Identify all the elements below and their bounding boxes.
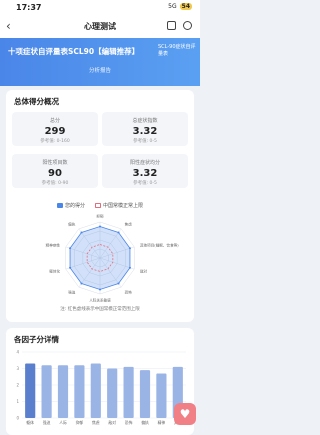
radar-axis-label: 抑郁	[96, 214, 104, 219]
stat-label: 总症状指数	[132, 118, 158, 124]
stat-label: 阳性症状均分	[129, 160, 160, 166]
radar-axis-label: 躯体化	[49, 268, 60, 273]
factor-bar	[123, 366, 134, 418]
status-bar: 17:37 5G 54	[0, 0, 200, 16]
factor-bar	[156, 373, 167, 418]
radar-chart: 抑郁焦虑其他项目(睡眠、饮食等) 敌对恐怖人际关系敏感 强迫 躯体化 精神病性 偏执	[46, 214, 180, 303]
factor-bar	[41, 365, 52, 418]
radar-point	[128, 266, 131, 269]
radar-series-user	[69, 226, 131, 290]
radar-point	[117, 282, 120, 285]
radar-axis-label: 敌对	[140, 268, 148, 273]
radar-axis-label: 焦虑	[125, 222, 133, 227]
stat-label: 阳性项目数	[42, 160, 68, 166]
bar-x-label: 敌对	[108, 420, 116, 425]
radar-point	[80, 231, 83, 234]
factor-bar	[139, 370, 151, 418]
share-icon[interactable]	[167, 21, 176, 30]
report-subtitle: 分析报告	[88, 68, 111, 74]
radar-point	[128, 247, 131, 250]
stat-ref: 参考值: 0-90	[41, 181, 69, 186]
overview-heading: 总体得分概况	[14, 97, 59, 106]
stat-ref: 参考值: 0-5	[133, 139, 157, 144]
factor-bar	[25, 363, 36, 418]
bar-y-tick: 3	[16, 366, 19, 371]
nav-bar: ‹ 心理测试	[0, 16, 200, 38]
status-time: 17:37	[16, 3, 42, 12]
bar-y-tick: 4	[16, 350, 19, 355]
bar-x-label: 人际	[59, 420, 67, 425]
factors-card: 各因子分详情 43210躯体强迫人际抑郁焦虑敌对恐怖偏执精神其他	[6, 328, 194, 435]
bar-x-label: 偏执	[141, 420, 149, 425]
stat-total: 总分 299 参考值: 0-160	[12, 112, 98, 146]
radar-axis-label: 人际关系敏感	[89, 298, 111, 303]
stat-value: 299	[44, 126, 66, 137]
bar-y-tick: 0	[16, 416, 19, 421]
factor-bar	[74, 365, 85, 418]
radar-axis-label: 强迫	[68, 289, 76, 294]
stat-label: 总分	[49, 118, 60, 124]
network-label: 5G	[168, 3, 177, 10]
bar-x-label: 抑郁	[76, 420, 84, 425]
factor-bar	[90, 363, 101, 418]
status-indicators: 5G 54	[168, 3, 192, 10]
bar-y-tick: 2	[16, 383, 19, 388]
factors-heading: 各因子分详情	[14, 335, 59, 344]
radar-point	[69, 266, 72, 269]
overview-card: 总体得分概况 总分 299 参考值: 0-160 总症状指数 3.32 参考值:…	[6, 90, 194, 322]
bar-x-label: 精神	[158, 420, 166, 425]
factor-bar-chart: 43210躯体强迫人际抑郁焦虑敌对恐怖偏执精神其他	[16, 350, 186, 425]
more-icon[interactable]	[183, 21, 192, 30]
radar-axis-label: 偏执	[68, 222, 76, 227]
report-header: 十项症状自评量表SCL90【编辑推荐】 SCL-90症状自评量表 分析报告	[0, 38, 200, 86]
radar-point	[99, 288, 101, 291]
stat-positive-items: 阳性项目数 90 参考值: 0-90	[12, 154, 98, 188]
heart-icon[interactable]: ♥	[174, 403, 196, 425]
radar-axis-label: 精神病性	[46, 243, 61, 248]
factor-bar	[57, 365, 69, 418]
radar-point	[117, 231, 120, 234]
report-title: 十项症状自评量表SCL90【编辑推荐】	[8, 47, 140, 56]
bar-y-tick: 1	[16, 399, 19, 404]
radar-point	[99, 225, 101, 228]
radar-point	[69, 247, 72, 250]
stat-value: 90	[48, 168, 62, 179]
stat-gsi: 总症状指数 3.32 参考值: 0-5	[102, 112, 188, 146]
factor-bar	[107, 368, 118, 418]
bar-x-label: 躯体	[26, 420, 34, 425]
chart-note: 注: 红色虚线表示中国常模正常范围上限	[60, 307, 140, 312]
report-tag: SCL-90症状自评量表	[158, 44, 196, 57]
stat-psdi: 阳性症状均分 3.32 参考值: 0-5	[102, 154, 188, 188]
bar-x-label: 恐怖	[125, 420, 133, 425]
bar-x-label: 焦虑	[92, 420, 100, 425]
bar-x-label: 强迫	[43, 420, 51, 425]
radar-point	[80, 282, 83, 285]
radar-axis-label: 恐怖	[125, 289, 133, 294]
stat-value: 3.32	[132, 168, 158, 179]
radar-axis-label: 其他项目(睡眠、饮食等)	[140, 243, 179, 248]
stat-ref: 参考值: 0-5	[133, 181, 157, 186]
stat-ref: 参考值: 0-160	[40, 139, 70, 144]
battery-badge: 54	[179, 3, 192, 10]
stat-value: 3.32	[132, 126, 158, 137]
